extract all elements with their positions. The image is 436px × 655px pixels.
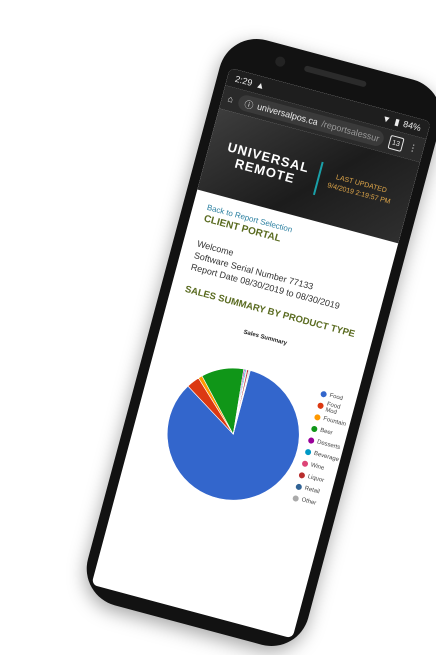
notification-icon: ▲ (254, 79, 267, 92)
legend-swatch (295, 483, 303, 491)
status-time: 2:29 (234, 73, 254, 88)
legend-label: Beer (319, 427, 334, 437)
client-info: Welcome Software Serial Number 77133 Rep… (190, 238, 373, 319)
earpiece-speaker (303, 65, 367, 88)
brand-logo: UNIVERSAL REMOTE (222, 139, 311, 189)
legend-swatch (316, 402, 324, 410)
more-menu-icon[interactable]: ⋮ (407, 141, 418, 154)
header-divider (312, 161, 324, 196)
tab-count-button[interactable]: 13 (387, 134, 405, 152)
legend-label: Food (328, 392, 344, 403)
legend-swatch (310, 425, 319, 433)
page-content: Back to Report Selection CLIENT PORTAL W… (113, 190, 399, 560)
legend-swatch (304, 448, 312, 456)
legend-label: Retail (303, 485, 321, 496)
phone-screen: 2:29 ▲ ▼ ▮ 84% ⌂ ⓘ universalpos.ca/repor… (91, 67, 431, 639)
legend-swatch (307, 436, 315, 445)
wifi-icon: ▼ (380, 113, 393, 126)
chart-area: 83.8%10.4% FoodFood ModFountainBeerDesse… (129, 325, 349, 545)
last-updated: LAST UPDATED 9/4/2019 2:19:57 PM (326, 172, 394, 208)
battery-icon: ▮ (393, 115, 401, 127)
pie-data-label: 83.8% (242, 503, 261, 513)
legend-swatch (301, 460, 309, 468)
legend-label: Other (300, 497, 317, 507)
legend-label: Liquor (306, 473, 325, 485)
legend-swatch (319, 390, 328, 398)
photo-scene: 2:29 ▲ ▼ ▮ 84% ⌂ ⓘ universalpos.ca/repor… (0, 0, 436, 655)
info-icon[interactable]: ⓘ (243, 97, 255, 112)
phone-device: 2:29 ▲ ▼ ▮ 84% ⌂ ⓘ universalpos.ca/repor… (78, 30, 436, 655)
legend-swatch (292, 494, 300, 503)
home-icon[interactable]: ⌂ (227, 94, 235, 105)
battery-level: 84% (402, 118, 423, 134)
legend-swatch (313, 413, 322, 422)
legend-label: Wine (310, 462, 325, 472)
legend-swatch (298, 471, 306, 480)
front-camera (274, 55, 287, 68)
